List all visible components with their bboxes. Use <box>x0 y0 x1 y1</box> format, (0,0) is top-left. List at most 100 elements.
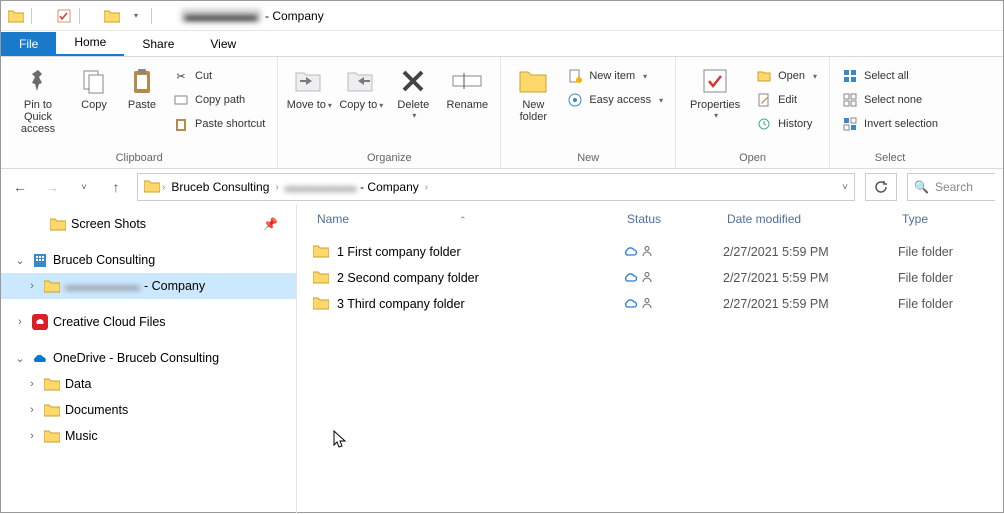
up-button[interactable]: ↑ <box>105 176 127 198</box>
building-icon <box>31 251 49 269</box>
easy-access-icon <box>567 92 583 108</box>
main: Screen Shots 📌 ⌄ Bruceb Consulting › ▬▬▬… <box>1 205 1003 514</box>
delete-icon <box>397 65 429 97</box>
tab-file[interactable]: File <box>1 32 56 56</box>
sidebar-item-bruceb[interactable]: ⌄ Bruceb Consulting <box>1 247 296 273</box>
cloud-status-icon <box>623 245 639 260</box>
invert-selection-icon <box>842 116 858 132</box>
select-all-button[interactable]: Select all <box>838 65 942 87</box>
chevron-right-icon[interactable]: › <box>425 182 428 193</box>
easy-access-button[interactable]: Easy access▾ <box>563 89 667 111</box>
refresh-button[interactable] <box>865 173 897 201</box>
back-button[interactable]: ← <box>9 176 31 198</box>
search-box[interactable]: 🔍 Search <box>907 173 995 201</box>
delete-button[interactable]: Delete▾ <box>390 65 436 120</box>
rename-button[interactable]: Rename <box>442 65 492 111</box>
folder-icon <box>313 270 329 287</box>
shared-status-icon <box>641 271 653 286</box>
sort-indicator-icon: ⌃ <box>459 215 467 225</box>
tab-view[interactable]: View <box>192 32 254 56</box>
file-type: File folder <box>898 271 978 285</box>
tab-share[interactable]: Share <box>124 32 192 56</box>
paste-shortcut-icon <box>173 116 189 132</box>
title-suffix: - Company <box>265 9 324 23</box>
select-none-icon <box>842 92 858 108</box>
table-row[interactable]: 2 Second company folder2/27/2021 5:59 PM… <box>313 265 1003 291</box>
paste-button[interactable]: Paste <box>121 65 163 111</box>
chevron-right-icon[interactable]: › <box>13 316 27 328</box>
title-redacted: ▬▬▬▬▬▬ <box>181 9 261 23</box>
properties-button[interactable]: Properties▾ <box>684 65 746 120</box>
cloud-status-icon <box>623 271 639 286</box>
pin-icon <box>22 65 54 97</box>
move-to-icon <box>293 65 325 97</box>
table-row[interactable]: 3 Third company folder2/27/2021 5:59 PMF… <box>313 291 1003 317</box>
select-all-icon <box>842 68 858 84</box>
column-header-type[interactable]: Type <box>898 212 978 226</box>
copy-path-button[interactable]: Copy path <box>169 89 269 111</box>
sidebar-item-music[interactable]: › Music <box>1 423 296 449</box>
column-header-status[interactable]: Status <box>623 212 723 226</box>
copy-button[interactable]: Copy <box>73 65 115 111</box>
paste-icon <box>126 65 158 97</box>
column-header-name[interactable]: Name⌃ <box>313 212 623 226</box>
select-none-button[interactable]: Select none <box>838 89 942 111</box>
column-header-date[interactable]: Date modified <box>723 212 898 226</box>
separator <box>151 8 169 24</box>
tab-home[interactable]: Home <box>56 30 124 56</box>
table-row[interactable]: 1 First company folder2/27/2021 5:59 PMF… <box>313 239 1003 265</box>
copy-to-button[interactable]: Copy to▾ <box>338 65 384 111</box>
folder-icon <box>7 7 25 25</box>
separator <box>79 8 97 24</box>
new-folder-button[interactable]: New folder <box>509 65 557 123</box>
folder-qat-icon[interactable] <box>103 7 121 25</box>
qat-dropdown-icon[interactable]: ▾ <box>127 7 145 25</box>
recent-locations-button[interactable]: ˅ <box>73 176 95 198</box>
sidebar-item-company[interactable]: › ▬▬▬▬▬▬ - Company <box>1 273 296 299</box>
cloud-status-icon <box>623 297 639 312</box>
rename-icon <box>451 65 483 97</box>
chevron-right-icon[interactable]: › <box>25 378 39 390</box>
date-modified: 2/27/2021 5:59 PM <box>723 271 898 285</box>
cut-button[interactable]: ✂Cut <box>169 65 269 87</box>
chevron-right-icon[interactable]: › <box>25 280 39 292</box>
ribbon-group-clipboard: Pin to Quick access Copy Paste ✂Cut Copy… <box>1 57 278 168</box>
open-icon <box>756 68 772 84</box>
invert-selection-button[interactable]: Invert selection <box>838 113 942 135</box>
crumb-company[interactable]: ▬▬▬▬▬▬ - Company <box>281 180 423 194</box>
chevron-down-icon[interactable]: ⌄ <box>13 352 27 365</box>
folder-icon <box>144 179 160 196</box>
ribbon-tabs: File Home Share View <box>1 31 1003 57</box>
search-icon: 🔍 <box>914 180 929 194</box>
address-dropdown-icon[interactable]: ˅ <box>842 182 848 193</box>
chevron-right-icon[interactable]: › <box>25 430 39 442</box>
new-item-button[interactable]: New item▾ <box>563 65 667 87</box>
sidebar-item-documents[interactable]: › Documents <box>1 397 296 423</box>
chevron-right-icon[interactable]: › <box>275 182 278 193</box>
sidebar-item-onedrive[interactable]: ⌄ OneDrive - Bruceb Consulting <box>1 345 296 371</box>
ribbon-group-organize: Move to▾ Copy to▾ Delete▾ Rename Organiz… <box>278 57 501 168</box>
chevron-right-icon[interactable]: › <box>25 404 39 416</box>
crumb-root[interactable]: Bruceb Consulting <box>167 180 273 194</box>
title-bar: ▾ ▬▬▬▬▬▬ - Company <box>1 1 1003 31</box>
chevron-right-icon[interactable]: › <box>162 182 165 193</box>
open-button[interactable]: Open▾ <box>752 65 821 87</box>
sidebar-item-screenshots[interactable]: Screen Shots 📌 <box>1 211 296 237</box>
folder-icon <box>49 215 67 233</box>
properties-qat-icon[interactable] <box>55 7 73 25</box>
move-to-button[interactable]: Move to▾ <box>286 65 332 111</box>
paste-shortcut-button[interactable]: Paste shortcut <box>169 113 269 135</box>
navigation-pane[interactable]: Screen Shots 📌 ⌄ Bruceb Consulting › ▬▬▬… <box>1 205 297 514</box>
search-placeholder: Search <box>935 180 973 194</box>
sidebar-item-data[interactable]: › Data <box>1 371 296 397</box>
forward-button[interactable]: → <box>41 176 63 198</box>
separator <box>31 8 49 24</box>
edit-button[interactable]: Edit <box>752 89 821 111</box>
chevron-down-icon[interactable]: ⌄ <box>13 254 27 267</box>
history-button[interactable]: History <box>752 113 821 135</box>
folder-icon <box>43 375 61 393</box>
breadcrumb[interactable]: › Bruceb Consulting › ▬▬▬▬▬▬ - Company ›… <box>137 173 855 201</box>
edit-icon <box>756 92 772 108</box>
pin-to-quick-access-button[interactable]: Pin to Quick access <box>9 65 67 135</box>
sidebar-item-creative-cloud[interactable]: › Creative Cloud Files <box>1 309 296 335</box>
